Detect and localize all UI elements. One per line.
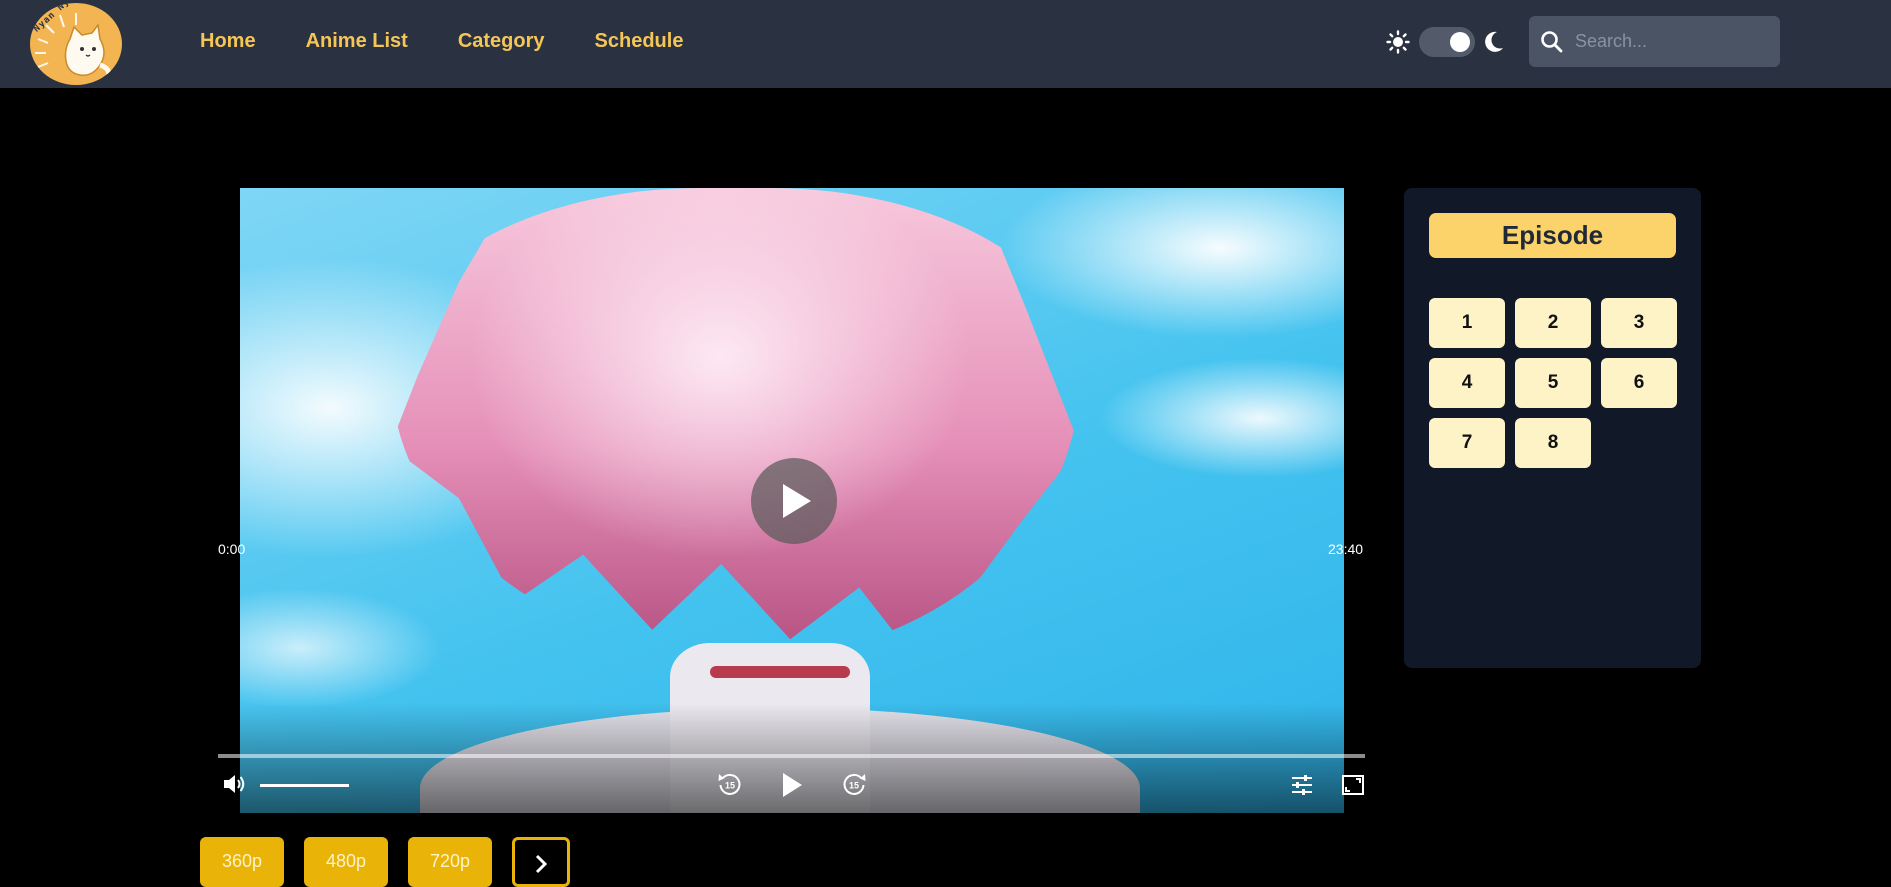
episode-button-6[interactable]: 6 xyxy=(1601,358,1677,408)
svg-text:15: 15 xyxy=(725,781,735,791)
search-input[interactable] xyxy=(1573,30,1777,53)
svg-text:15: 15 xyxy=(849,781,859,791)
nav-anime-list[interactable]: Anime List xyxy=(306,30,408,53)
fullscreen-icon[interactable] xyxy=(1342,775,1364,795)
duration-time: 23:40 xyxy=(1328,541,1364,557)
search-box xyxy=(1529,16,1780,67)
next-button[interactable] xyxy=(512,837,570,887)
progress-bar[interactable] xyxy=(218,754,1365,758)
episode-button-7[interactable]: 7 xyxy=(1429,418,1505,468)
play-icon[interactable] xyxy=(781,772,803,798)
chevron-right-icon xyxy=(535,854,548,874)
volume-icon[interactable] xyxy=(222,773,246,795)
volume-slider[interactable] xyxy=(260,784,349,787)
nav-home[interactable]: Home xyxy=(200,30,256,53)
main-nav: Home Anime List Category Schedule xyxy=(200,30,733,53)
episode-button-2[interactable]: 2 xyxy=(1515,298,1591,348)
quality-button-720p[interactable]: 720p xyxy=(408,837,492,887)
nav-category[interactable]: Category xyxy=(458,30,545,53)
quality-selector: 360p 480p 720p xyxy=(200,837,570,887)
site-logo[interactable]: Nyan Nyan! xyxy=(30,3,122,85)
sun-icon xyxy=(1386,30,1410,54)
episode-title: Episode xyxy=(1429,213,1676,258)
episode-button-1[interactable]: 1 xyxy=(1429,298,1505,348)
switch-knob xyxy=(1450,32,1470,52)
video-player[interactable] xyxy=(240,188,1344,813)
big-play-button[interactable] xyxy=(751,458,837,544)
episode-button-4[interactable]: 4 xyxy=(1429,358,1505,408)
dark-mode-switch[interactable] xyxy=(1419,27,1475,57)
current-time: 0:00 xyxy=(218,541,246,557)
episode-grid: 1 2 3 4 5 6 7 8 xyxy=(1429,298,1679,468)
play-icon xyxy=(783,484,811,518)
forward-15-icon[interactable]: 15 xyxy=(841,771,867,797)
moon-icon xyxy=(1485,31,1503,52)
settings-sliders-icon[interactable] xyxy=(1291,774,1313,796)
quality-button-480p[interactable]: 480p xyxy=(304,837,388,887)
episode-button-5[interactable]: 5 xyxy=(1515,358,1591,408)
video-scene-collar-band xyxy=(710,666,850,678)
rewind-15-icon[interactable]: 15 xyxy=(717,771,743,797)
quality-button-360p[interactable]: 360p xyxy=(200,837,284,887)
episode-button-8[interactable]: 8 xyxy=(1515,418,1591,468)
navbar: Nyan Nyan! Home Anime List Category Sche… xyxy=(0,0,1891,88)
search-icon[interactable] xyxy=(1539,29,1565,55)
cat-mascot-icon xyxy=(35,13,112,80)
episode-button-3[interactable]: 3 xyxy=(1601,298,1677,348)
theme-toggle xyxy=(1386,27,1504,57)
nav-schedule[interactable]: Schedule xyxy=(595,30,684,53)
episode-panel: Episode 1 2 3 4 5 6 7 8 xyxy=(1404,188,1701,668)
volume-fill xyxy=(260,784,349,787)
